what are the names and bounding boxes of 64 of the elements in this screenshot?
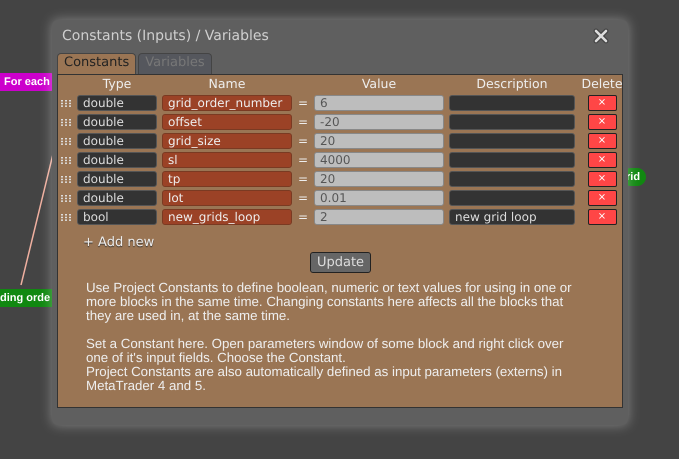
drag-handle-icon[interactable] (61, 138, 71, 144)
type-field[interactable]: double (77, 152, 157, 168)
drag-handle-icon[interactable] (61, 176, 71, 182)
update-button[interactable]: Update (310, 252, 372, 273)
name-field[interactable]: grid_size (162, 133, 292, 149)
drag-handle-icon[interactable] (61, 194, 71, 202)
column-header: Type (102, 75, 132, 92)
help-paragraph: Project Constants are also automatically defined as input parameters (externs) in MetaTrader 4 and 5. (86, 365, 563, 393)
add-new-link[interactable]: + Add new (83, 235, 154, 250)
drag-handle-icon[interactable] (61, 156, 71, 164)
window-title: Constants (Inputs) / Variables (62, 28, 269, 44)
description-field[interactable]: new grid loop (449, 209, 575, 225)
equals-sign: = (297, 172, 309, 186)
equals-sign: = (297, 134, 309, 148)
tab[interactable]: Constants (57, 53, 136, 74)
drag-handle-icon[interactable] (61, 214, 71, 220)
value-field[interactable]: 2 (314, 209, 444, 225)
name-field[interactable]: offset (162, 114, 292, 130)
type-field[interactable]: double (77, 190, 157, 206)
description-field[interactable] (449, 152, 575, 168)
equals-sign: = (297, 153, 309, 167)
description-field[interactable] (449, 133, 575, 149)
help-paragraph: Set a Constant here. Open parameters window of some block and right click over one of it's input fields. Choose the Constant. (86, 337, 564, 365)
column-header: Delete (580, 75, 624, 92)
delete-button[interactable]: × (588, 152, 616, 168)
column-header: Value (360, 75, 398, 92)
name-field[interactable]: grid_order_number (162, 95, 292, 111)
canvas-node[interactable]: ding orde (0, 289, 54, 307)
equals-sign: = (297, 115, 309, 129)
name-field[interactable]: new_grids_loop (162, 209, 292, 225)
close-icon[interactable] (593, 28, 609, 44)
description-field[interactable] (449, 171, 575, 187)
column-header: Description (475, 75, 549, 92)
type-field[interactable]: double (77, 133, 157, 149)
name-field[interactable]: sl (162, 152, 292, 168)
delete-button[interactable]: × (588, 95, 616, 111)
drag-handle-icon[interactable] (61, 100, 71, 106)
value-field[interactable]: 20 (314, 171, 444, 187)
delete-button[interactable]: × (588, 209, 616, 225)
value-field[interactable]: -20 (314, 114, 444, 130)
equals-sign: = (297, 191, 309, 205)
description-field[interactable] (449, 190, 575, 206)
name-field[interactable]: lot (162, 190, 292, 206)
value-field[interactable]: 20 (314, 133, 444, 149)
description-field[interactable] (449, 114, 575, 130)
value-field[interactable]: 6 (314, 95, 444, 111)
equals-sign: = (297, 210, 309, 224)
canvas-node[interactable]: For each (0, 73, 54, 91)
type-field[interactable]: double (77, 114, 157, 130)
type-field[interactable]: double (77, 171, 157, 187)
description-field[interactable] (449, 95, 575, 111)
help-paragraph: Use Project Constants to define boolean, numeric or text values for using in one or more blocks in the same time. Changing constants here affects all the blocks that they are used in, at the same time. (86, 281, 573, 323)
type-field[interactable]: bool (77, 209, 157, 225)
value-field[interactable]: 0.01 (314, 190, 444, 206)
value-field[interactable]: 4000 (314, 152, 444, 168)
drag-handle-icon[interactable] (61, 118, 71, 126)
type-field[interactable]: double (77, 95, 157, 111)
delete-button[interactable]: × (588, 133, 616, 149)
name-field[interactable]: tp (162, 171, 292, 187)
delete-button[interactable]: × (588, 190, 616, 206)
equals-sign: = (297, 96, 309, 110)
delete-button[interactable]: × (588, 114, 616, 130)
column-header: Name (208, 75, 246, 92)
delete-button[interactable]: × (588, 171, 616, 187)
